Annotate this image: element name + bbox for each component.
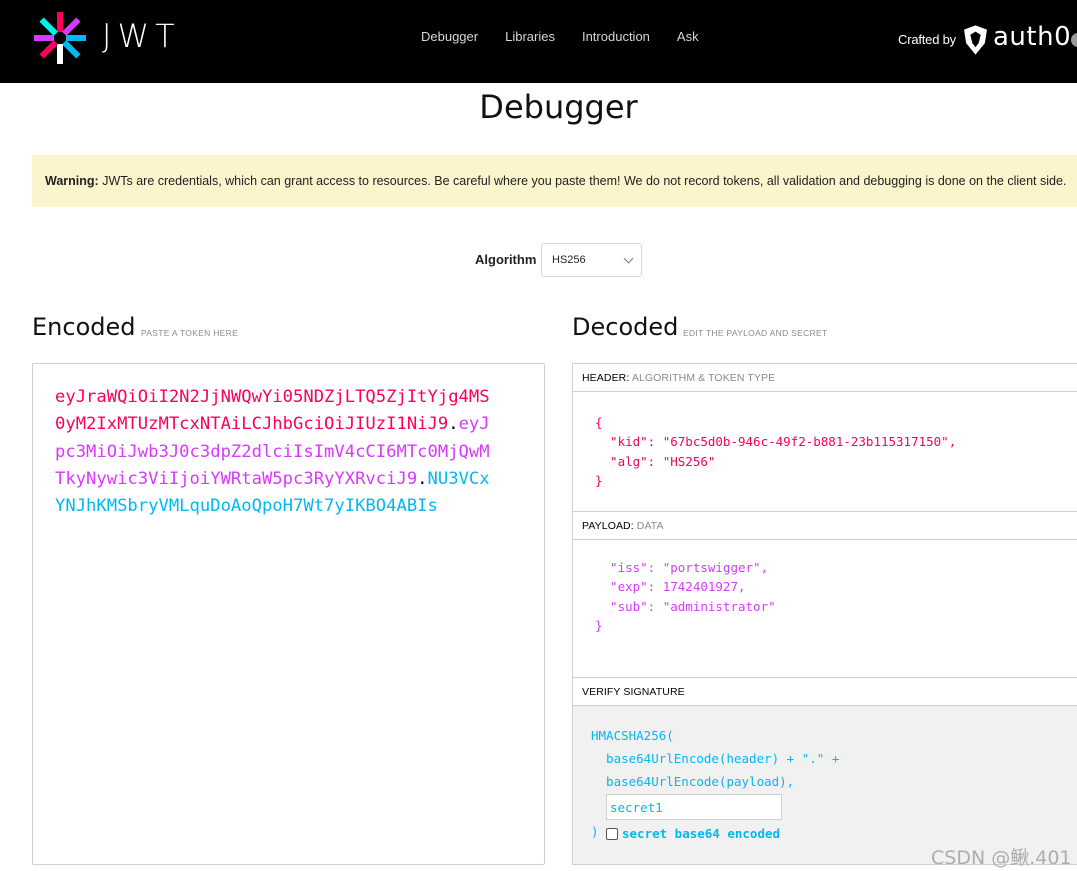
nav-link-libraries[interactable]: Libraries bbox=[505, 29, 555, 44]
scroll-dot bbox=[1071, 33, 1077, 47]
nav-links: Debugger Libraries Introduction Ask bbox=[421, 29, 726, 44]
decoded-title: Decoded bbox=[572, 313, 679, 341]
auth0-brand[interactable]: auth0 bbox=[993, 22, 1071, 52]
token-dot: . bbox=[417, 468, 428, 489]
header-label: HEADER: bbox=[582, 372, 630, 384]
signature-label: VERIFY SIGNATURE bbox=[582, 686, 685, 698]
decoded-subtitle: EDIT THE PAYLOAD AND SECRET bbox=[683, 328, 828, 338]
payload-sublabel: DATA bbox=[636, 520, 664, 532]
encoded-subtitle: PASTE A TOKEN HERE bbox=[141, 328, 239, 338]
auth0-shield-icon[interactable] bbox=[963, 25, 988, 55]
encoded-token-input[interactable]: eyJraWQiOiI2N2JjNWQwYi05NDZjLTQ5ZjItYjg4… bbox=[32, 363, 545, 865]
watermark: CSDN @鳅.401 bbox=[931, 847, 1072, 869]
signature-close-paren: ) bbox=[591, 824, 599, 839]
payload-label: PAYLOAD: bbox=[582, 520, 634, 532]
crafted-by-label: Crafted by bbox=[898, 32, 956, 47]
nav-link-debugger[interactable]: Debugger bbox=[421, 29, 478, 44]
token-dot: . bbox=[448, 414, 459, 435]
encoded-token-text: eyJraWQiOiI2N2JjNWQwYi05NDZjLTQ5ZjItYjg4… bbox=[55, 384, 495, 520]
secret-input[interactable]: secret1 bbox=[606, 794, 782, 820]
algorithm-selected-value: HS256 bbox=[552, 254, 586, 266]
jwt-logo-icon[interactable] bbox=[32, 10, 88, 66]
token-header-part: eyJraWQiOiI2N2JjNWQwYi05NDZjLTQ5ZjItYjg4… bbox=[55, 387, 490, 435]
base64-encoded-checkbox[interactable] bbox=[606, 828, 618, 840]
payload-section-title: PAYLOAD: DATA bbox=[573, 512, 1077, 540]
top-navbar: JWT Debugger Libraries Introduction Ask … bbox=[0, 0, 1077, 83]
encoded-title: Encoded bbox=[32, 313, 136, 341]
decoded-panel: HEADER: ALGORITHM & TOKEN TYPE { "kid": … bbox=[572, 363, 1077, 865]
algorithm-label: Algorithm bbox=[475, 252, 537, 267]
warning-label: Warning: bbox=[45, 174, 99, 188]
algorithm-select[interactable]: HS256 bbox=[541, 243, 642, 277]
signature-area: HMACSHA256( base64UrlEncode(header) + ".… bbox=[573, 706, 1077, 864]
nav-link-ask[interactable]: Ask bbox=[677, 29, 699, 44]
page-title: Debugger bbox=[479, 88, 638, 126]
base64-encoded-label[interactable]: secret base64 encoded bbox=[622, 826, 780, 841]
header-section-title: HEADER: ALGORITHM & TOKEN TYPE bbox=[573, 364, 1077, 392]
header-json-editor[interactable]: { "kid": "67bc5d0b-946c-49f2-b881-23b115… bbox=[595, 413, 956, 491]
signature-section-title: VERIFY SIGNATURE bbox=[573, 678, 1077, 706]
warning-banner: Warning: JWTs are credentials, which can… bbox=[32, 155, 1077, 207]
payload-json-editor[interactable]: "iss": "portswigger", "exp": 1742401927,… bbox=[595, 558, 776, 636]
signature-line-1: HMACSHA256( bbox=[591, 728, 674, 743]
chevron-down-icon bbox=[623, 253, 634, 264]
header-sublabel: ALGORITHM & TOKEN TYPE bbox=[631, 372, 776, 384]
warning-text: JWTs are credentials, which can grant ac… bbox=[102, 174, 1067, 188]
signature-line-2: base64UrlEncode(header) + "." + bbox=[591, 751, 840, 766]
signature-line-3: base64UrlEncode(payload), bbox=[591, 774, 795, 789]
nav-link-introduction[interactable]: Introduction bbox=[582, 29, 650, 44]
logo-text[interactable]: JWT bbox=[102, 17, 181, 55]
